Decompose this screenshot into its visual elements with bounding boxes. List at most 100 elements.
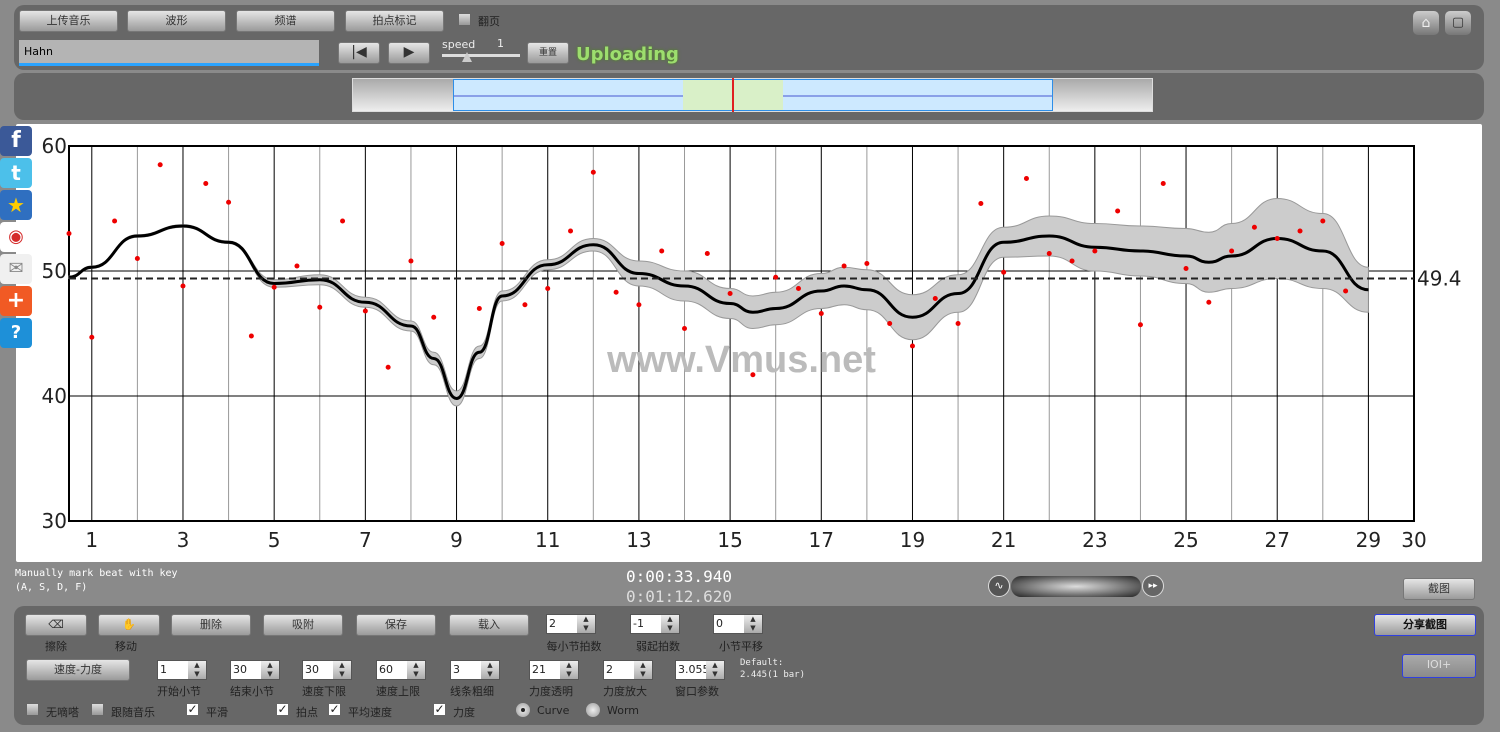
spinner-value: 3 [453,663,460,676]
y-tick-label: 40 [42,384,67,408]
page-flip-checkbox[interactable] [458,13,471,26]
tempo-dynamics-button[interactable]: 速度-力度 [26,659,130,681]
spinner-row2-1[interactable]: 30 ▲ ▼ [230,660,280,680]
watermark: www.Vmus.net [606,339,876,381]
option-checkbox[interactable]: ✓ [276,703,289,716]
load-button[interactable]: 载入 [449,614,529,636]
mode-radio[interactable] [586,703,600,717]
play-button[interactable]: ▶ [388,42,430,64]
spinner-arrows-icon[interactable]: ▲ ▼ [333,661,351,679]
overview-window[interactable] [453,78,1053,112]
twitter-icon[interactable]: t [0,158,32,188]
spinner-value: 30 [305,663,319,676]
ioi-button[interactable]: IOI+ [1402,654,1476,678]
zoom-slider[interactable] [1011,576,1141,597]
x-tick-label: 9 [450,528,463,552]
spinner-label: 窗口参数 [675,685,719,698]
x-tick-label: 5 [268,528,281,552]
spinner-arrows-icon[interactable]: ▲ ▼ [577,615,595,633]
spinner-1[interactable]: -1 ▲ ▼ [630,614,680,634]
option-checkbox[interactable]: ✓ [328,703,341,716]
facebook-icon[interactable]: f [0,126,32,156]
spinner-row2-5[interactable]: 21 ▲ ▼ [529,660,579,680]
save-button[interactable]: 保存 [356,614,436,636]
x-tick-label: 15 [717,528,742,552]
x-tick-label: 11 [535,528,560,552]
beat-point [499,241,505,246]
spectrum-mode-icon[interactable]: ▸▸ [1142,575,1164,597]
rewind-button[interactable]: |◀ [338,42,380,64]
share-screenshot-button[interactable]: 分享截图 [1374,614,1476,636]
beat-point [818,311,824,316]
spinner-arrows-icon[interactable]: ▲ ▼ [661,615,679,633]
screenshot-button[interactable]: 截图 [1403,578,1475,600]
spinner-2[interactable]: 0 ▲ ▼ [713,614,763,634]
spinner-label: 开始小节 [157,685,201,698]
beat-mark-button[interactable]: 拍点标记 [345,10,444,32]
fullscreen-button[interactable]: ▢ [1445,11,1471,35]
help-icon[interactable]: ? [0,318,32,348]
hint-text-line2: (A, S, D, F) [15,582,88,593]
spinner-arrows-icon[interactable]: ▲ ▼ [261,661,279,679]
beat-point [317,304,323,310]
x-tick-label: 1 [85,528,98,552]
move-button[interactable]: ✋ [98,614,160,636]
spinner-arrows-icon[interactable]: ▲ ▼ [407,661,425,679]
add-icon[interactable]: + [0,286,32,316]
spinner-label: 力度透明 [529,685,573,698]
beat-point [157,162,163,168]
waveform-mode-icon[interactable]: ∿ [988,575,1010,597]
overview-track[interactable] [352,78,1153,112]
mode-label: Worm [607,704,640,717]
spinner-row2-6[interactable]: 2 ▲ ▼ [603,660,653,680]
mode-radio[interactable] [516,703,530,717]
favorite-icon[interactable]: ★ [0,190,32,220]
speed-label: speed [442,38,476,51]
option-checkbox[interactable]: ✓ [433,703,446,716]
beat-point [590,169,596,175]
mail-icon[interactable]: ✉ [0,254,32,284]
beat-point [1274,236,1280,241]
delete-button[interactable]: 删除 [171,614,251,636]
total-time: 0:01:12.620 [626,587,732,606]
spinner-row2-3[interactable]: 60 ▲ ▼ [376,660,426,680]
spinner-arrows-icon[interactable]: ▲ ▼ [481,661,499,679]
spinner-arrows-icon[interactable]: ▲ ▼ [560,661,578,679]
spinner-arrows-icon[interactable]: ▲ ▼ [634,661,652,679]
speed-slider-handle[interactable] [462,52,472,62]
chart-area[interactable]: www.Vmus.net 49.4 1 3 5 7 9 11 13 15 17 19 21 23 25 27 2… [16,124,1482,562]
spinner-arrows-icon[interactable]: ▲ ▼ [706,661,724,679]
erase-button[interactable]: ⌫ [25,614,87,636]
spinner-arrows-icon[interactable]: ▲ ▼ [744,615,762,633]
spinner-0[interactable]: 2 ▲ ▼ [546,614,596,634]
beat-point [134,256,140,261]
beat-point [613,289,619,295]
option-checkbox[interactable]: ✓ [186,703,199,716]
spinner-arrows-icon[interactable]: ▲ ▼ [188,661,206,679]
snap-button[interactable]: 吸附 [263,614,343,636]
spinner-row2-0[interactable]: 1 ▲ ▼ [157,660,207,680]
beat-point [248,333,254,339]
x-tick-label: 21 [991,528,1016,552]
spinner-value: 60 [379,663,393,676]
spectrum-button[interactable]: 频谱 [236,10,335,32]
option-label: 力度 [453,706,475,719]
upload-music-button[interactable]: 上传音乐 [19,10,118,32]
speed-reset-button[interactable]: 重置 [527,42,569,64]
option-label: 拍点 [296,706,318,719]
option-checkbox[interactable] [26,703,39,716]
weibo-icon[interactable]: ◉ [0,222,32,252]
home-button[interactable]: ⌂ [1413,11,1439,35]
default-note-line1: Default: [740,658,784,668]
beat-point [362,308,368,314]
speed-slider[interactable] [442,54,520,57]
title-input[interactable] [19,40,319,66]
spinner-row2-7[interactable]: 3.0558 ▲ ▼ [675,660,725,680]
spinner-row2-4[interactable]: 3 ▲ ▼ [450,660,500,680]
spinner-row2-2[interactable]: 30 ▲ ▼ [302,660,352,680]
waveform-button[interactable]: 波形 [127,10,226,32]
playhead[interactable] [732,78,734,112]
beat-point [795,286,801,291]
beat-point [750,372,756,378]
option-checkbox[interactable] [91,703,104,716]
